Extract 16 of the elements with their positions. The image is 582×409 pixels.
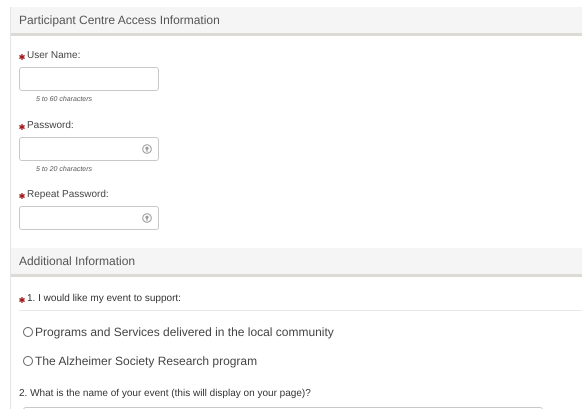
section-title: Participant Centre Access Information (19, 12, 220, 29)
input-field[interactable] (19, 136, 159, 160)
input-field[interactable] (19, 67, 159, 91)
input-field[interactable] (19, 206, 159, 230)
radio-button[interactable] (23, 327, 33, 337)
field-label: Repeat Password: (27, 188, 109, 202)
key-icon (142, 144, 152, 154)
option-label: Programs and Services delivered in the local community (35, 324, 334, 341)
question-label: 1. I would like my event to support: (27, 292, 181, 306)
key-icon (142, 213, 152, 223)
radio-button[interactable] (23, 356, 33, 366)
section-title: Additional Information (19, 253, 136, 270)
field-label: Password: (27, 118, 74, 132)
question-label: 2. What is the name of your event (this will display on your page)? (19, 387, 311, 401)
option-label: The Alzheimer Society Research program (35, 353, 258, 370)
field-label: User Name: (27, 49, 80, 63)
